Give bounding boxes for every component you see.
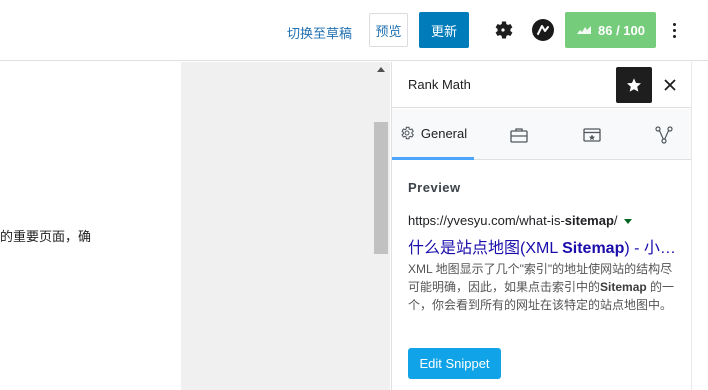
editor-scrollbar-thumb[interactable] <box>374 122 388 254</box>
serp-title-suffix: ) - 小… <box>624 240 676 257</box>
update-button[interactable]: 更新 <box>419 12 469 48</box>
serp-url[interactable]: https://yvesyu.com/what-is-sitemap/ <box>408 213 632 228</box>
sidebar-tabs: General <box>392 109 692 160</box>
serp-url-prefix: https://yvesyu.com/what-is- <box>408 213 565 228</box>
star-icon <box>627 78 641 92</box>
gear-icon <box>401 126 414 140</box>
rank-math-sidebar: Rank Math General Preview https://yvesyu… <box>391 62 692 390</box>
serp-title-prefix: 什么是站点地图(XML <box>408 240 563 257</box>
switch-to-draft-link[interactable]: 切换至草稿 <box>287 23 352 42</box>
rank-math-logo-icon[interactable] <box>532 19 554 41</box>
serp-title[interactable]: 什么是站点地图(XML Sitemap) - 小… <box>408 234 678 258</box>
editor-top-toolbar: 切换至草稿 预览 更新 86 / 100 <box>0 0 708 61</box>
sidebar-scrollbar[interactable] <box>691 62 708 390</box>
score-chart-icon <box>577 26 591 34</box>
sidebar-header: Rank Math <box>392 62 692 108</box>
schema-icon <box>583 127 601 142</box>
briefcase-icon <box>510 127 528 143</box>
tab-schema[interactable] <box>577 109 607 160</box>
preview-button[interactable]: 预览 <box>369 13 408 47</box>
serp-url-keyword: sitemap <box>564 213 614 228</box>
sidebar-title: Rank Math <box>408 77 471 92</box>
scroll-up-arrow-icon[interactable] <box>377 67 385 72</box>
share-icon <box>655 125 673 144</box>
serp-title-keyword: Sitemap <box>562 240 625 257</box>
tab-general-label: General <box>420 125 468 141</box>
pin-star-button[interactable] <box>616 67 652 103</box>
serp-description[interactable]: XML 地图显示了几个"索引"的地址使网站的结构尽可能明确，因此，如果点击索引中… <box>408 260 680 314</box>
tab-general[interactable]: General <box>392 109 474 160</box>
editor-paragraph-fragment[interactable]: 的重要页面，确 <box>0 226 91 245</box>
serp-url-suffix: / <box>613 213 618 228</box>
gear-icon[interactable] <box>491 18 515 42</box>
serp-desc-keyword: Sitemap <box>600 280 647 294</box>
close-icon <box>664 79 676 91</box>
editor-canvas[interactable]: 的重要页面，确 <box>0 62 181 390</box>
seo-score-value: 86 / 100 <box>598 22 645 38</box>
tab-social[interactable] <box>649 109 679 160</box>
seo-score-badge[interactable]: 86 / 100 <box>565 12 656 48</box>
close-sidebar-button[interactable] <box>660 75 680 95</box>
edit-snippet-button[interactable]: Edit Snippet <box>408 348 501 379</box>
preview-heading: Preview <box>408 180 461 195</box>
vertical-ellipsis-icon[interactable] <box>666 16 682 44</box>
tab-advanced[interactable] <box>504 109 534 160</box>
caret-down-icon <box>623 219 632 225</box>
editor-background <box>181 62 372 390</box>
